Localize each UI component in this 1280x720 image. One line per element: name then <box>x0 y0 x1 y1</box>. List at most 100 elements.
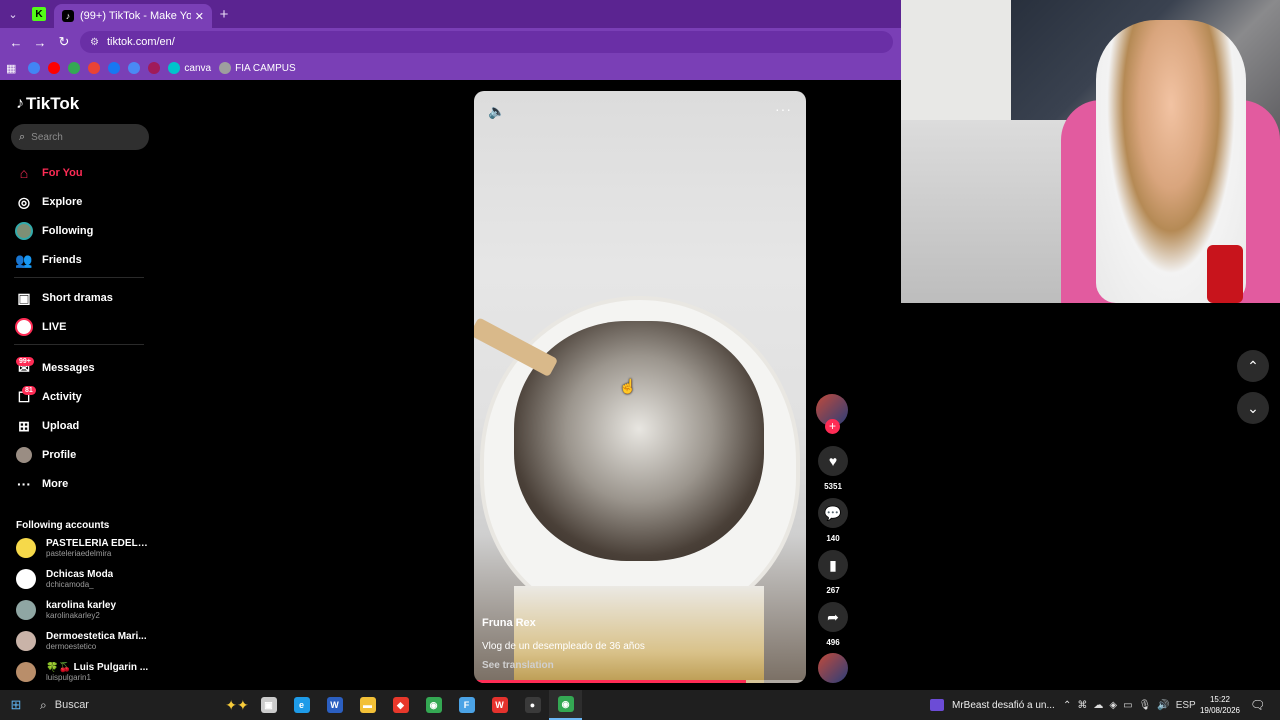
task-view-icon-glyph: ▣ <box>260 697 277 713</box>
volume-icon[interactable]: 🔈 <box>488 103 505 120</box>
taskbar-search[interactable]: ⌕ Buscar <box>32 693 222 717</box>
new-tab-button[interactable]: + <box>212 6 236 23</box>
google-icon <box>28 62 41 74</box>
notification-icon[interactable]: 🗨 <box>1250 698 1265 712</box>
nav-label: Profile <box>42 449 77 461</box>
bookmark-translate[interactable] <box>128 62 141 74</box>
tab-search-chevron-icon[interactable]: ⌄ <box>0 0 26 28</box>
video-author[interactable]: Fruna Rex <box>482 617 798 629</box>
forward-arrow-icon[interactable]: → <box>28 35 52 50</box>
facebook-icon <box>108 62 121 74</box>
more-options-icon[interactable]: ··· <box>775 101 792 117</box>
nav-friends[interactable]: 👥 Friends <box>14 251 82 269</box>
task-view-icon[interactable]: ▣ <box>252 690 285 720</box>
following-account[interactable]: PASTELERÍA EDELM... pasteleriaedelmira <box>16 538 151 558</box>
search-input[interactable]: ⌕ Search <box>11 124 149 150</box>
account-name: PASTELERÍA EDELM... <box>46 538 151 549</box>
like-heart-icon[interactable]: ♥ <box>818 446 848 476</box>
chrome-active-icon-glyph: ◉ <box>557 696 574 712</box>
video-player[interactable]: 🔈 ··· Fruna Rex Vlog de un desempleado d… <box>474 91 806 683</box>
following-account[interactable]: Dchicas Moda dchicamoda_ <box>16 569 151 589</box>
tray-language[interactable]: ESP <box>1176 700 1196 711</box>
file-explorer-icon-glyph: ▬ <box>359 697 376 713</box>
following-account[interactable]: Dermoestetica Mari... dermoestetico <box>16 631 151 651</box>
app-f-icon-glyph: F <box>458 697 475 713</box>
bookmark-youtube[interactable] <box>48 62 61 74</box>
tray-mic-icon[interactable]: 🎙 <box>1139 700 1152 711</box>
following-account[interactable]: 🍀🍒 Luis Pulgarin ... luispulgarin1 <box>16 662 151 682</box>
nav-live[interactable]: LIVE <box>14 318 66 336</box>
video-caption: Fruna Rex Vlog de un desempleado de 36 a… <box>482 617 798 671</box>
tray-volume-icon[interactable]: 🔊 <box>1157 700 1169 711</box>
bookmark-icon[interactable]: ▮ <box>818 550 848 580</box>
sound-avatar[interactable] <box>818 653 848 683</box>
activity-badge: 81 <box>22 386 36 395</box>
bookmark-label: FIA CAMPUS <box>235 62 296 74</box>
tiktok-logo[interactable]: ♪ TikTok <box>16 94 79 114</box>
word-icon[interactable]: W <box>318 690 351 720</box>
previous-video-chevron-up-icon[interactable]: ⌃ <box>1237 350 1269 382</box>
apps-grid-icon[interactable]: ▦ <box>6 62 16 75</box>
nav-upload[interactable]: ⊞ Upload <box>14 417 79 435</box>
see-translation-link[interactable]: See translation <box>482 660 798 671</box>
tray-defender-icon[interactable]: ◈ <box>1109 700 1117 711</box>
nav-for-you[interactable]: ⌂ For You <box>14 164 83 182</box>
file-explorer-icon[interactable]: ▬ <box>351 690 384 720</box>
search-icon: ⌕ <box>40 697 47 712</box>
creator-avatar[interactable]: + <box>816 394 848 434</box>
account-avatar <box>16 569 36 589</box>
nav-label: Friends <box>42 254 82 266</box>
film-icon: ▣ <box>17 289 31 306</box>
anydesk-icon[interactable]: ◆ <box>384 690 417 720</box>
nav-profile[interactable]: Profile <box>14 446 76 464</box>
search-icon: ⌕ <box>19 130 26 143</box>
media-title: MrBeast desafió a un... <box>952 699 1055 711</box>
browser-tab-strip: ⌄ K ♪ (99+) TikTok - Make Your Day ✕ + <box>0 0 901 28</box>
tray-network-icon[interactable]: ⌘ <box>1077 700 1087 711</box>
nav-short-dramas[interactable]: ▣ Short dramas <box>14 289 113 307</box>
nav-label: LIVE <box>42 321 67 333</box>
taskbar-clock[interactable]: 15:22 19/08/2026 <box>1198 694 1242 716</box>
bookmark-gmail[interactable] <box>88 62 101 74</box>
tray-cloud-icon[interactable]: ☁ <box>1093 700 1103 711</box>
close-tab-icon[interactable]: ✕ <box>195 10 204 23</box>
reload-icon[interactable]: ↻ <box>52 34 76 50</box>
app-f-icon[interactable]: F <box>450 690 483 720</box>
next-video-chevron-down-icon[interactable]: ⌄ <box>1237 392 1269 424</box>
chrome-taskbar-icon[interactable]: ◉ <box>417 690 450 720</box>
account-name: karolina karley <box>46 600 117 611</box>
nav-label: Activity <box>42 391 82 403</box>
nav-more[interactable]: ··· More <box>14 475 68 493</box>
bookmark-canva[interactable]: canva <box>168 62 211 74</box>
back-arrow-icon[interactable]: ← <box>4 35 28 50</box>
bookmark-globe[interactable]: FIA CAMPUS <box>219 62 296 74</box>
wps-icon[interactable]: W <box>483 690 516 720</box>
video-progress-bar[interactable] <box>474 680 806 683</box>
kick-tab-icon[interactable]: K <box>32 7 46 21</box>
mouse-cursor-icon: ☝ <box>619 378 637 394</box>
following-account[interactable]: karolina karley karolinakarley2 <box>16 600 151 620</box>
media-widget[interactable]: MrBeast desafió a un... <box>930 690 1055 720</box>
tray-chevron-icon[interactable]: ⌃ <box>1063 700 1071 711</box>
share-arrow-icon[interactable]: ➦ <box>818 602 848 632</box>
site-info-icon[interactable]: ⚙ <box>90 37 99 48</box>
chrome-active-icon[interactable]: ◉ <box>549 690 582 720</box>
bookmark-google[interactable] <box>28 62 41 74</box>
comment-icon[interactable]: 💬 <box>818 498 848 528</box>
follow-plus-icon[interactable]: + <box>825 419 840 434</box>
copilot-sparkle-icon[interactable]: ✦✦ <box>222 697 252 714</box>
obs-icon[interactable]: ● <box>516 690 549 720</box>
bookmark-facebook[interactable] <box>108 62 121 74</box>
url-field[interactable]: ⚙ tiktok.com/en/ <box>80 31 893 53</box>
account-username: luispulgarin1 <box>46 673 91 682</box>
edge-icon[interactable]: e <box>285 690 318 720</box>
account-avatar <box>16 538 36 558</box>
bookmark-chrome[interactable] <box>68 62 81 74</box>
nav-following[interactable]: Following <box>14 222 93 240</box>
tray-display-icon[interactable]: ▭ <box>1123 700 1132 711</box>
start-windows-icon[interactable]: ⊞ <box>0 690 32 720</box>
bookmark-bookmark[interactable] <box>148 62 161 74</box>
tab-tiktok[interactable]: ♪ (99+) TikTok - Make Your Day ✕ <box>54 4 212 28</box>
nav-explore[interactable]: ◎ Explore <box>14 193 82 211</box>
nav-divider <box>14 277 144 278</box>
